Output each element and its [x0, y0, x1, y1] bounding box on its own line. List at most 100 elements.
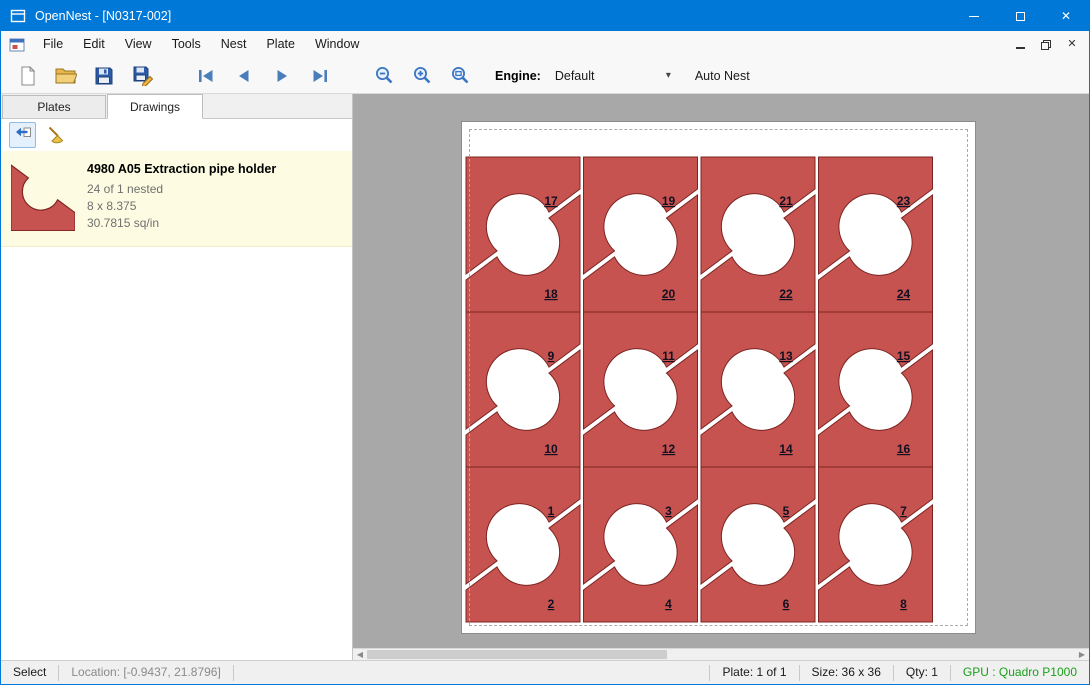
part-thumbnail	[11, 163, 75, 236]
open-button[interactable]	[49, 61, 83, 91]
status-gpu: GPU : Quadro P1000	[951, 661, 1089, 684]
main-area: PlatesDrawings	[1, 94, 1089, 660]
engine-label: Engine:	[495, 69, 541, 83]
auto-nest-button[interactable]: Auto Nest	[695, 69, 750, 83]
mdi-controls: ✕	[1007, 35, 1089, 55]
sidebar-toolbar	[1, 119, 352, 151]
nest-canvas[interactable]: 171819202122232491011121314151612345678 …	[353, 94, 1089, 660]
status-qty: Qty: 1	[894, 661, 950, 684]
tab-drawings[interactable]: Drawings	[107, 94, 203, 119]
maximize-icon	[1016, 12, 1025, 21]
menu-item-window[interactable]: Window	[305, 31, 369, 58]
drawing-list-item[interactable]: 4980 A05 Extraction pipe holder 24 of 1 …	[1, 151, 352, 247]
tab-plates[interactable]: Plates	[2, 95, 106, 118]
mdi-minimize-button[interactable]	[1007, 35, 1033, 55]
part-number-1: 1	[548, 504, 555, 518]
menu-item-view[interactable]: View	[115, 31, 162, 58]
part-number-11: 11	[662, 349, 675, 363]
mdi-restore-button[interactable]	[1033, 35, 1059, 55]
menu-items: FileEditViewToolsNestPlateWindow	[33, 31, 369, 58]
part-number-5: 5	[783, 504, 790, 518]
status-plate: Plate: 1 of 1	[710, 661, 798, 684]
save-icon	[94, 66, 114, 86]
menu-item-nest[interactable]: Nest	[211, 31, 257, 58]
mdi-close-button[interactable]: ✕	[1059, 35, 1085, 55]
nest-drawing: 171819202122232491011121314151612345678	[462, 122, 977, 635]
save-button[interactable]	[87, 61, 121, 91]
part-number-17: 17	[544, 194, 558, 208]
scroll-right-icon[interactable]: ▶	[1075, 649, 1089, 660]
part-number-14: 14	[779, 442, 793, 456]
open-folder-icon	[55, 66, 77, 85]
horizontal-scrollbar[interactable]: ◀ ▶	[353, 648, 1089, 660]
menu-item-edit[interactable]: Edit	[73, 31, 115, 58]
sidebar-tabs: PlatesDrawings	[1, 94, 352, 119]
mdi-close-icon: ✕	[1067, 39, 1076, 50]
status-size: Size: 36 x 36	[800, 661, 893, 684]
part-number-7: 7	[900, 504, 907, 518]
mdi-restore-icon	[1040, 39, 1052, 51]
part-number-16: 16	[897, 442, 911, 456]
menu-bar: FileEditViewToolsNestPlateWindow ✕	[1, 31, 1089, 58]
first-plate-icon	[196, 66, 216, 86]
zoom-in-icon	[412, 65, 433, 86]
clean-button[interactable]	[42, 122, 69, 148]
zoom-fit-icon	[450, 65, 471, 86]
engine-select[interactable]: Default ▾	[549, 64, 677, 88]
drawing-title: 4980 A05 Extraction pipe holder	[87, 161, 276, 178]
part-number-9: 9	[548, 349, 555, 363]
maximize-button[interactable]	[997, 1, 1043, 31]
new-document-icon	[18, 66, 38, 86]
menu-item-tools[interactable]: Tools	[162, 31, 211, 58]
zoom-out-button[interactable]	[367, 61, 401, 91]
part-number-13: 13	[779, 349, 793, 363]
status-bar: Select Location: [-0.9437, 21.8796] Plat…	[1, 660, 1089, 684]
window-title: OpenNest - [N0317-002]	[35, 9, 171, 23]
zoom-fit-button[interactable]	[443, 61, 477, 91]
drawing-nested-count: 24 of 1 nested	[87, 181, 276, 198]
part-number-2: 2	[548, 597, 555, 611]
part-number-18: 18	[544, 287, 558, 301]
chevron-down-icon: ▾	[666, 70, 671, 81]
part-number-19: 19	[662, 194, 676, 208]
zoom-in-button[interactable]	[405, 61, 439, 91]
part-number-6: 6	[783, 597, 790, 611]
previous-plate-icon	[234, 66, 254, 86]
drawing-dimensions: 8 x 8.375	[87, 198, 276, 215]
status-location: Location: [-0.9437, 21.8796]	[59, 661, 232, 684]
engine-value: Default	[555, 69, 595, 83]
status-mode: Select	[1, 661, 58, 684]
close-button[interactable]: ✕	[1043, 1, 1089, 31]
part-number-15: 15	[897, 349, 911, 363]
part-number-8: 8	[900, 597, 907, 611]
plate[interactable]: 171819202122232491011121314151612345678	[461, 121, 976, 634]
part-number-10: 10	[544, 442, 558, 456]
minimize-button[interactable]	[951, 1, 997, 31]
part-number-22: 22	[779, 287, 793, 301]
title-bar: OpenNest - [N0317-002] ✕	[1, 1, 1089, 31]
menu-item-plate[interactable]: Plate	[256, 31, 305, 58]
replace-part-icon	[13, 125, 33, 145]
scrollbar-thumb[interactable]	[367, 650, 667, 659]
main-toolbar: Engine: Default ▾ Auto Nest	[1, 58, 1089, 94]
menu-item-file[interactable]: File	[33, 31, 73, 58]
save-edit-icon	[132, 65, 153, 86]
drawing-area: 30.7815 sq/in	[87, 215, 276, 232]
previous-plate-button[interactable]	[227, 61, 261, 91]
mdi-minimize-icon	[1016, 47, 1025, 49]
replace-part-button[interactable]	[9, 122, 36, 148]
new-button[interactable]	[11, 61, 45, 91]
part-number-4: 4	[665, 597, 672, 611]
first-plate-button[interactable]	[189, 61, 223, 91]
sidebar: PlatesDrawings	[1, 94, 353, 660]
part-number-23: 23	[897, 194, 911, 208]
part-number-20: 20	[662, 287, 676, 301]
next-plate-icon	[272, 66, 292, 86]
save-edit-button[interactable]	[125, 61, 159, 91]
part-number-12: 12	[662, 442, 676, 456]
last-plate-button[interactable]	[303, 61, 337, 91]
minimize-icon	[969, 16, 979, 17]
next-plate-button[interactable]	[265, 61, 299, 91]
scroll-left-icon[interactable]: ◀	[353, 649, 367, 660]
last-plate-icon	[310, 66, 330, 86]
